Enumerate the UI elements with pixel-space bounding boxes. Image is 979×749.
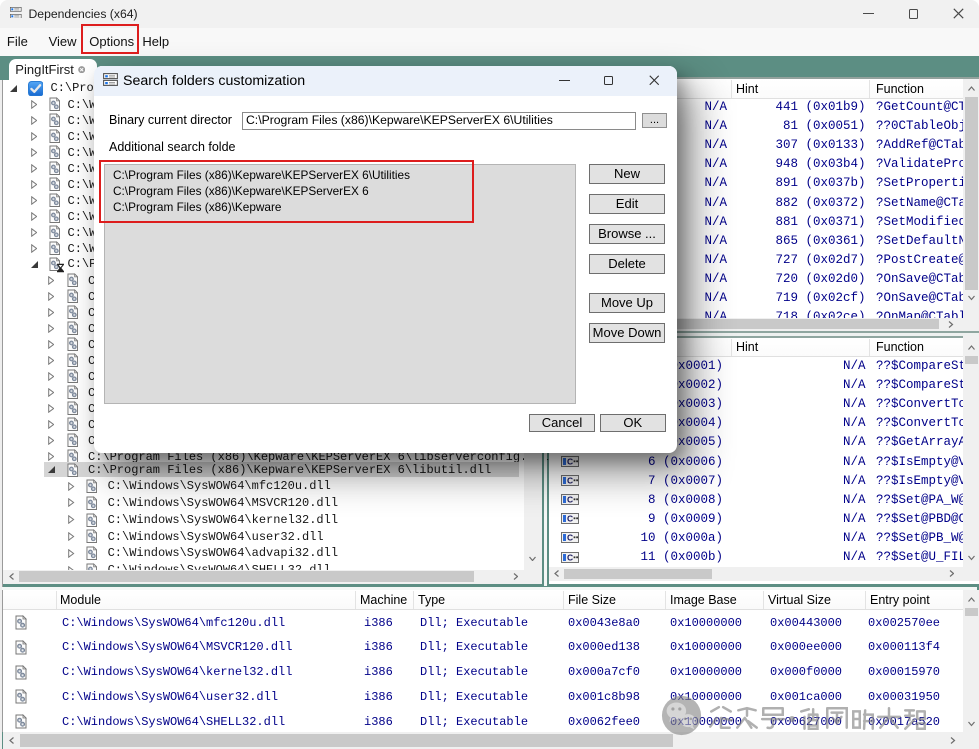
svg-text:C: C bbox=[567, 457, 573, 467]
svg-text:C: C bbox=[567, 552, 573, 562]
svg-text:C: C bbox=[567, 495, 573, 505]
svg-text:C: C bbox=[567, 476, 573, 486]
svg-text:C: C bbox=[567, 533, 573, 543]
svg-text:C: C bbox=[567, 514, 573, 524]
